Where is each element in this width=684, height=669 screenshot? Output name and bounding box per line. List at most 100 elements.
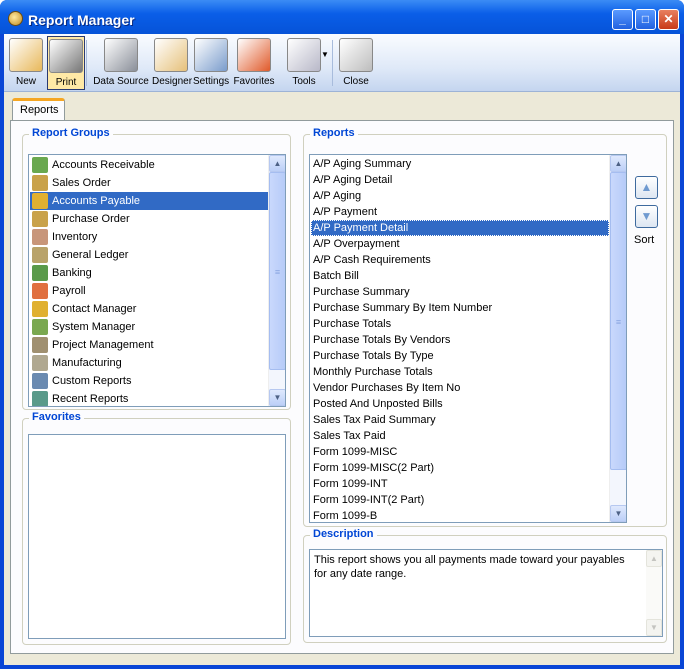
toolbar-tools-button[interactable]: Tools [280, 36, 328, 90]
scroll-down-icon[interactable]: ▼ [646, 619, 662, 636]
report-item[interactable]: Purchase Summary By Item Number [311, 300, 609, 316]
report-item[interactable]: Vendor Purchases By Item No [311, 380, 609, 396]
report-item[interactable]: A/P Aging Detail [311, 172, 609, 188]
scroll-up-icon[interactable]: ▲ [610, 155, 626, 172]
toolbar-data-source-button[interactable]: Data Source [92, 36, 150, 90]
tools-dropdown-arrow-icon[interactable]: ▼ [321, 50, 329, 59]
vertical-scrollbar[interactable]: ▲ ≡ ▼ [268, 155, 285, 406]
report-group-item[interactable]: Custom Reports [30, 372, 268, 390]
report-group-label: System Manager [52, 321, 136, 333]
scroll-thumb[interactable]: ≡ [269, 172, 285, 370]
report-item[interactable]: A/P Aging [311, 188, 609, 204]
favorites-list[interactable] [28, 434, 286, 639]
new-report-icon [9, 38, 43, 72]
report-group-icon [32, 373, 48, 390]
report-group-icon [32, 283, 48, 300]
app-icon [8, 11, 23, 26]
report-group-icon [32, 301, 48, 318]
toolbar-label: Favorites [233, 76, 275, 87]
report-manager-window: Report Manager _ □ ✕ New Print Data Source… [0, 0, 684, 669]
report-group-icon [32, 247, 48, 264]
description-label: Description [310, 528, 377, 540]
report-group-item[interactable]: Banking [30, 264, 268, 282]
toolbar-label: Close [343, 76, 369, 87]
toolbar-label: Data Source [93, 76, 149, 87]
report-item[interactable]: Sales Tax Paid [311, 428, 609, 444]
toolbar-label: Print [55, 77, 77, 88]
report-groups-group: Report Groups Accounts Receivable Sales O… [22, 127, 291, 410]
report-item[interactable]: Form 1099-MISC(2 Part) [311, 460, 609, 476]
scroll-up-icon[interactable]: ▲ [646, 550, 662, 567]
tab-reports[interactable]: Reports [12, 98, 65, 121]
close-button[interactable]: ✕ [658, 9, 679, 30]
sort-down-button[interactable]: ▼ [635, 205, 658, 228]
description-content: This report shows you all payments made … [314, 554, 625, 580]
scroll-down-icon[interactable]: ▼ [269, 389, 285, 406]
report-group-icon [32, 337, 48, 354]
report-item[interactable]: A/P Aging Summary [311, 156, 609, 172]
report-item[interactable]: A/P Payment Detail [311, 220, 609, 236]
reports-list[interactable]: A/P Aging Summary A/P Aging Detail A/P Agi… [309, 154, 627, 523]
minimize-button[interactable]: _ [612, 9, 633, 30]
report-group-item[interactable]: System Manager [30, 318, 268, 336]
report-item[interactable]: Form 1099-B [311, 508, 609, 522]
title-bar[interactable]: Report Manager _ □ ✕ [0, 0, 684, 34]
report-group-icon [32, 319, 48, 336]
designer-icon [154, 38, 188, 72]
report-item[interactable]: A/P Payment [311, 204, 609, 220]
report-group-item[interactable]: Purchase Order [30, 210, 268, 228]
settings-icon [194, 38, 228, 72]
report-item[interactable]: Purchase Totals [311, 316, 609, 332]
report-item[interactable]: Form 1099-INT [311, 476, 609, 492]
toolbar-label: Designer [152, 76, 193, 87]
report-item[interactable]: Form 1099-MISC [311, 444, 609, 460]
report-group-icon [32, 355, 48, 372]
report-group-item[interactable]: Accounts Receivable [30, 156, 268, 174]
report-group-item[interactable]: General Ledger [30, 246, 268, 264]
report-group-item[interactable]: Contact Manager [30, 300, 268, 318]
report-group-icon [32, 193, 48, 210]
description-scrollbar[interactable]: ▲ ▼ [646, 550, 662, 636]
report-item[interactable]: Purchase Totals By Vendors [311, 332, 609, 348]
report-item[interactable]: Batch Bill [311, 268, 609, 284]
report-group-item[interactable]: Sales Order [30, 174, 268, 192]
report-group-item[interactable]: Inventory [30, 228, 268, 246]
report-group-label: Custom Reports [52, 375, 132, 387]
report-group-label: Recent Reports [52, 393, 129, 405]
report-group-label: Accounts Payable [52, 195, 141, 207]
toolbar-close-button[interactable]: Close [338, 36, 374, 90]
toolbar: New Print Data Source Designer Settings Favor… [4, 34, 680, 92]
report-item[interactable]: A/P Overpayment [311, 236, 609, 252]
report-group-icon [32, 391, 48, 406]
toolbar-favorites-button[interactable]: Favorites [232, 36, 276, 90]
report-group-item[interactable]: Manufacturing [30, 354, 268, 372]
toolbar-label: Settings [193, 76, 230, 87]
report-group-item[interactable]: Project Management [30, 336, 268, 354]
report-item[interactable]: A/P Cash Requirements [311, 252, 609, 268]
scroll-down-icon[interactable]: ▼ [610, 505, 626, 522]
report-group-item[interactable]: Payroll [30, 282, 268, 300]
sort-up-button[interactable]: ▲ [635, 176, 658, 199]
description-text[interactable]: This report shows you all payments made … [309, 549, 663, 637]
report-item[interactable]: Sales Tax Paid Summary [311, 412, 609, 428]
window-title: Report Manager [28, 12, 135, 28]
maximize-button[interactable]: □ [635, 9, 656, 30]
report-group-item[interactable]: Recent Reports [30, 390, 268, 406]
scroll-thumb[interactable]: ≡ [610, 172, 626, 470]
toolbar-designer-button[interactable]: Designer [152, 36, 193, 90]
report-item[interactable]: Purchase Totals By Type [311, 348, 609, 364]
report-item[interactable]: Form 1099-INT(2 Part) [311, 492, 609, 508]
report-item[interactable]: Posted And Unposted Bills [311, 396, 609, 412]
scroll-up-icon[interactable]: ▲ [269, 155, 285, 172]
report-item[interactable]: Monthly Purchase Totals [311, 364, 609, 380]
toolbar-new-button[interactable]: New [9, 36, 43, 90]
toolbar-print-button[interactable]: Print [47, 36, 85, 90]
report-groups-list[interactable]: Accounts Receivable Sales Order Accounts P… [28, 154, 286, 407]
toolbar-separator [332, 40, 333, 86]
toolbar-settings-button[interactable]: Settings [193, 36, 229, 90]
report-group-item[interactable]: Accounts Payable [30, 192, 268, 210]
report-group-label: Sales Order [52, 177, 111, 189]
report-item[interactable]: Purchase Summary [311, 284, 609, 300]
vertical-scrollbar[interactable]: ▲ ≡ ▼ [609, 155, 626, 522]
report-group-label: General Ledger [52, 249, 129, 261]
